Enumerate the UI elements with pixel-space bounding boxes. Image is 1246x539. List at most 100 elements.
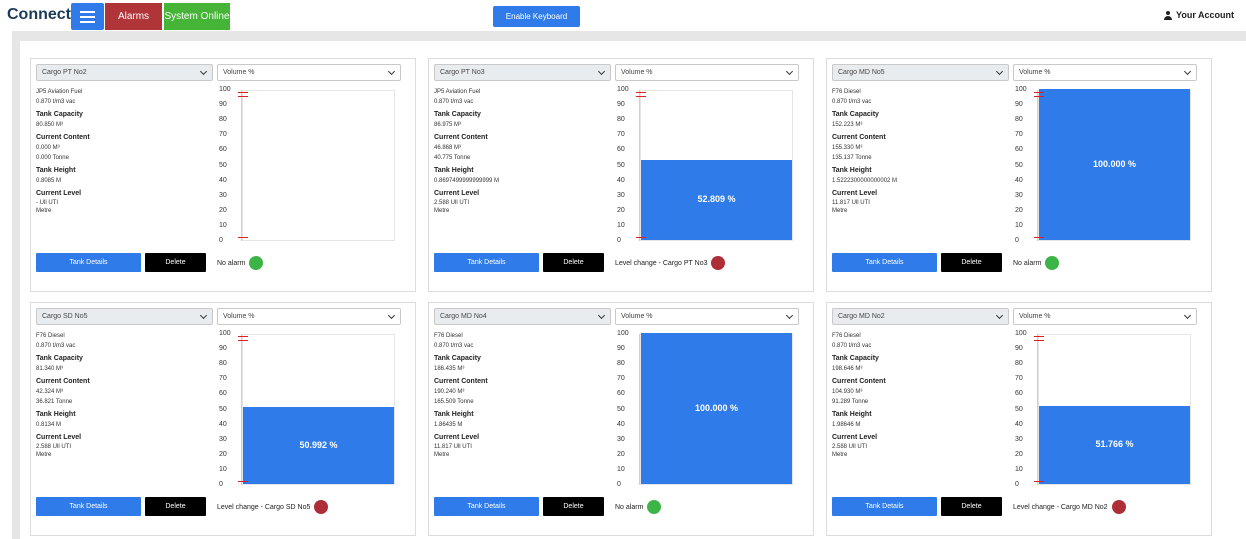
height-value: 0.8697499999999999 M xyxy=(434,178,500,184)
content-label: Current Content xyxy=(832,134,886,141)
metric-select[interactable]: Volume % xyxy=(615,308,799,325)
capacity-label: Tank Capacity xyxy=(832,355,879,362)
gauge-plot: 51.766 % xyxy=(1034,334,1191,485)
gauge-tick-label: 100 xyxy=(617,330,629,337)
metric-select[interactable]: Volume % xyxy=(1013,64,1197,81)
chevron-down-icon xyxy=(387,67,396,76)
tank-details-button[interactable]: Tank Details xyxy=(832,497,937,516)
tank-details-button[interactable]: Tank Details xyxy=(434,253,539,272)
menu-button[interactable] xyxy=(71,3,104,30)
tank-select[interactable]: Cargo MD No2 xyxy=(832,308,1009,325)
content-label: Current Content xyxy=(434,378,488,385)
metric-select[interactable]: Volume % xyxy=(615,64,799,81)
gauge-tick-label: 80 xyxy=(219,116,227,124)
delete-button[interactable]: Delete xyxy=(941,497,1002,516)
system-status-button[interactable]: System Online xyxy=(164,3,230,30)
level-fill: 100.000 % xyxy=(641,333,792,484)
metric-select[interactable]: Volume % xyxy=(217,308,401,325)
metric-select[interactable]: Volume % xyxy=(217,64,401,81)
gauge-tick-label: 10 xyxy=(219,465,227,473)
level-percent: 100.000 % xyxy=(694,402,739,413)
fuel-type: JP5 Aviation Fuel xyxy=(36,89,83,95)
tank-card: Cargo MD No2 Volume % F76 Diesel 0.870 t/m3… xyxy=(826,302,1212,536)
level-gauge: 100 90 80 70 60 50 40 30 20 10 0 xyxy=(217,86,401,245)
tank-select[interactable]: Cargo MD No4 xyxy=(434,308,611,325)
capacity-label: Tank Capacity xyxy=(434,111,481,118)
chevron-down-icon xyxy=(387,311,396,320)
fuel-density: 0.870 t/m3 vac xyxy=(832,343,872,349)
delete-button[interactable]: Delete xyxy=(145,497,206,516)
gauge-axis-labels: 100 90 80 70 60 50 40 30 20 10 0 xyxy=(217,330,237,489)
tank-details-button[interactable]: Tank Details xyxy=(832,253,937,272)
gauge-tick-label: 0 xyxy=(219,237,223,244)
tank-select[interactable]: Cargo SD No5 xyxy=(36,308,213,325)
gauge-tick-label: 50 xyxy=(1015,161,1023,169)
level-unit: Metre xyxy=(36,452,52,458)
gauge-tick-label: 20 xyxy=(617,206,625,214)
metric-select[interactable]: Volume % xyxy=(1013,308,1197,325)
level-gauge: 100 90 80 70 60 50 40 30 20 10 0 50.992 % xyxy=(217,330,401,489)
tank-details-button[interactable]: Tank Details xyxy=(36,497,141,516)
tank-select[interactable]: Cargo MD No5 xyxy=(832,64,1009,81)
gauge-tick-label: 70 xyxy=(1015,375,1023,383)
level-percent: 50.992 % xyxy=(299,439,338,450)
chevron-down-icon xyxy=(597,311,606,320)
capacity-label: Tank Capacity xyxy=(434,355,481,362)
gauge-tick-label: 80 xyxy=(1015,116,1023,124)
gauge-tick-label: 30 xyxy=(617,435,625,443)
content-volume: 0.000 M³ xyxy=(36,145,60,151)
level-gauge: 100 90 80 70 60 50 40 30 20 10 0 52.809 % xyxy=(615,86,799,245)
capacity-value: 81.340 M³ xyxy=(36,366,64,372)
chevron-down-icon xyxy=(597,67,606,76)
tank-info: F76 Diesel 0.870 t/m3 vac Tank Capacity 152… xyxy=(832,87,1007,215)
chevron-down-icon xyxy=(785,67,794,76)
gauge-tick-label: 20 xyxy=(219,450,227,458)
level-unit: Metre xyxy=(434,208,450,214)
alarm-limit-marker xyxy=(636,95,646,97)
user-icon xyxy=(1164,11,1172,20)
content-volume: 190.240 M³ xyxy=(434,389,465,395)
gauge-plot: 100.000 % xyxy=(640,333,793,485)
chevron-down-icon xyxy=(1183,67,1192,76)
delete-button[interactable]: Delete xyxy=(941,253,1002,272)
alarms-button[interactable]: Alarms xyxy=(105,3,162,30)
enable-keyboard-button[interactable]: Enable Keyboard xyxy=(493,6,580,27)
level-gauge: 100 90 80 70 60 50 40 30 20 10 0 100.000 % xyxy=(615,330,799,489)
tank-details-button[interactable]: Tank Details xyxy=(434,497,539,516)
gauge-plot xyxy=(238,90,395,241)
gauge-tick-label: 30 xyxy=(617,191,625,199)
level-gauge: 100 90 80 70 60 50 40 30 20 10 0 100.000 % xyxy=(1013,86,1197,245)
height-value: 1.5222300000000002 M xyxy=(832,178,898,184)
level-label: Current Level xyxy=(832,434,878,441)
delete-button[interactable]: Delete xyxy=(145,253,206,272)
metric-select-value: Volume % xyxy=(1019,69,1051,76)
gauge-tick-label: 10 xyxy=(617,221,625,229)
level-fill: 100.000 % xyxy=(1039,89,1190,240)
capacity-label: Tank Capacity xyxy=(36,355,83,362)
alarm-limit-marker xyxy=(636,91,646,93)
tank-details-button[interactable]: Tank Details xyxy=(36,253,141,272)
gauge-tick-label: 80 xyxy=(219,360,227,368)
level-value: 11.817 Ull UTI xyxy=(434,444,472,450)
tank-select[interactable]: Cargo PT No2 xyxy=(36,64,213,81)
gauge-tick-label: 0 xyxy=(617,481,621,488)
status-indicator-icon xyxy=(1045,256,1060,270)
gauge-tick-label: 70 xyxy=(617,131,625,139)
delete-button[interactable]: Delete xyxy=(543,253,604,272)
level-unit: Metre xyxy=(36,208,52,214)
content-volume: 155.330 M³ xyxy=(832,145,863,151)
hamburger-icon xyxy=(80,11,95,13)
delete-button[interactable]: Delete xyxy=(543,497,604,516)
chevron-down-icon xyxy=(1183,311,1192,320)
gauge-tick-label: 20 xyxy=(617,450,625,458)
fuel-density: 0.870 t/m3 vac xyxy=(434,343,474,349)
alarm-status-text: Level change - Cargo PT No3 xyxy=(615,259,708,267)
status-indicator-icon xyxy=(711,256,726,270)
tank-select[interactable]: Cargo PT No3 xyxy=(434,64,611,81)
level-percent: 51.766 % xyxy=(1095,439,1134,449)
gauge-tick-label: 90 xyxy=(219,101,227,109)
tank-info: JP5 Aviation Fuel 0.870 t/m3 vac Tank Capa… xyxy=(434,87,609,215)
tank-select-value: Cargo MD No2 xyxy=(838,313,885,320)
gauge-tick-label: 100 xyxy=(1015,86,1027,93)
account-menu[interactable]: Your Account xyxy=(1164,10,1234,20)
